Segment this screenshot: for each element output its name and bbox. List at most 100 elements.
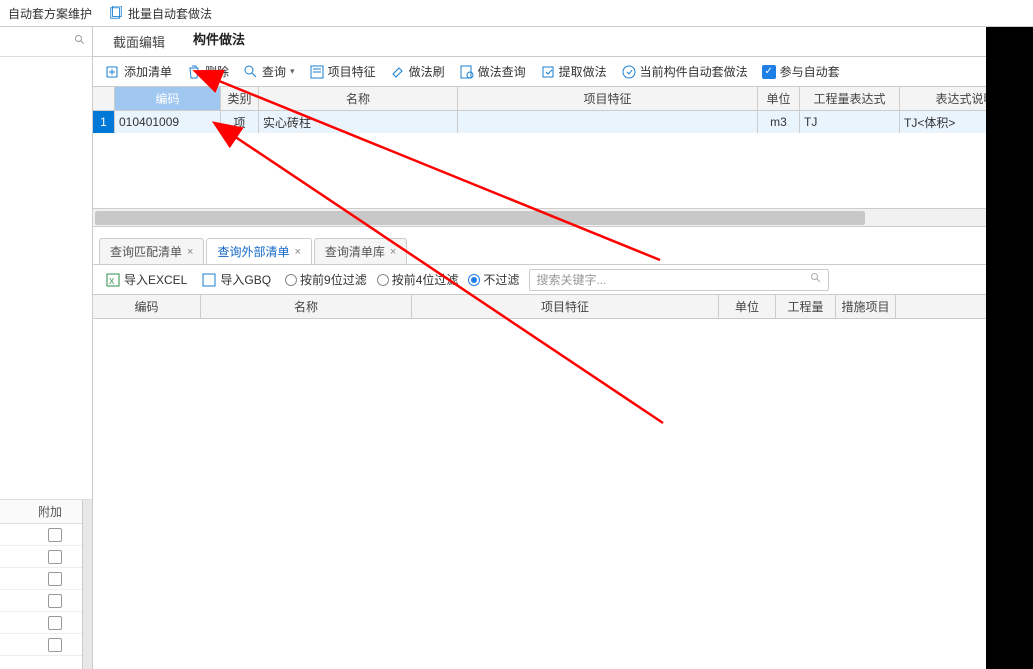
- radio-checked-icon: [468, 274, 480, 286]
- delete-icon: [186, 64, 202, 80]
- radio-nofilter[interactable]: 不过滤: [468, 271, 519, 288]
- col2-feature[interactable]: 项目特征: [412, 295, 719, 318]
- col-feature[interactable]: 项目特征: [458, 87, 758, 110]
- chk-join-auto[interactable]: ✓ 参与自动套: [756, 63, 846, 80]
- grid1-header: 编码 类别 名称 项目特征 单位 工程量表达式 表达式说明: [93, 87, 1032, 111]
- checkbox-icon[interactable]: [48, 572, 62, 586]
- radio-filter4[interactable]: 按前4位过滤: [377, 271, 459, 288]
- grid2-body: [93, 319, 1032, 669]
- cell-unit[interactable]: m3: [758, 111, 800, 133]
- col2-unit[interactable]: 单位: [719, 295, 776, 318]
- menu-item-label: 批量自动套做法: [128, 5, 212, 22]
- grid1-scrollbar[interactable]: [93, 208, 1032, 226]
- col2-eng[interactable]: 工程量: [776, 295, 836, 318]
- menu-auto-scheme-maintain[interactable]: 自动套方案维护: [0, 0, 100, 26]
- btn-label: 当前构件自动套做法: [640, 63, 748, 80]
- chk-label: 参与自动套: [780, 63, 840, 80]
- tab-query-list-library[interactable]: 查询清单库×: [314, 238, 407, 264]
- btn-label: 项目特征: [328, 63, 376, 80]
- col-name[interactable]: 名称: [259, 87, 458, 110]
- batch-icon: [108, 5, 124, 21]
- checkbox-icon[interactable]: [48, 594, 62, 608]
- close-icon[interactable]: ×: [187, 246, 193, 258]
- cell-expr[interactable]: TJ: [800, 111, 900, 133]
- dropdown-icon: ▾: [290, 66, 295, 77]
- left-search-row: [0, 27, 92, 57]
- attach-row-5[interactable]: [0, 612, 82, 634]
- lower-toolbar: X 导入EXCEL 导入GBQ 按前9位过滤 按前4位过滤 不过滤 搜索关键字.…: [93, 265, 1032, 295]
- excel-icon: X: [105, 272, 121, 288]
- tab-query-match-list[interactable]: 查询匹配清单 ×: [99, 238, 204, 264]
- close-icon[interactable]: ×: [390, 246, 396, 258]
- search-input[interactable]: 搜索关键字...: [529, 269, 829, 291]
- attach-label: 附加: [38, 503, 62, 520]
- btn-label: 做法查询: [478, 63, 526, 80]
- col-expr[interactable]: 工程量表达式: [800, 87, 900, 110]
- left-panel: 附加: [0, 27, 93, 669]
- left-scrollbar[interactable]: [82, 500, 92, 669]
- cell-rownum: 1: [93, 111, 115, 133]
- btn-label: 导入GBQ: [220, 271, 271, 288]
- btn-query[interactable]: 查询 ▾: [237, 60, 301, 84]
- radio-label: 不过滤: [483, 271, 519, 288]
- attach-row-2[interactable]: [0, 546, 82, 568]
- tab-label: 查询匹配清单: [110, 243, 182, 260]
- checkbox-icon[interactable]: [48, 550, 62, 564]
- btn-delete[interactable]: 删除: [180, 60, 235, 84]
- attach-header: 附加: [0, 500, 82, 524]
- btn-method-query[interactable]: 做法查询: [453, 60, 532, 84]
- col-unit[interactable]: 单位: [758, 87, 800, 110]
- btn-import-gbq[interactable]: 导入GBQ: [195, 268, 277, 292]
- col2-name[interactable]: 名称: [201, 295, 412, 318]
- cell-name[interactable]: 实心砖柱: [259, 111, 458, 133]
- query-icon: [243, 64, 259, 80]
- right-black-region: [986, 27, 1033, 669]
- checkbox-icon[interactable]: [48, 638, 62, 652]
- search-icon[interactable]: [810, 272, 822, 287]
- tab-section-edit[interactable]: 截面编辑: [99, 27, 179, 56]
- cell-code[interactable]: 010401009: [115, 111, 221, 133]
- auto-icon: [621, 64, 637, 80]
- btn-add-list[interactable]: 添加清单: [99, 60, 178, 84]
- attach-row-3[interactable]: [0, 568, 82, 590]
- btn-label: 导入EXCEL: [124, 271, 187, 288]
- tab-query-external-list[interactable]: 查询外部清单 ×: [206, 238, 311, 264]
- attach-row-1[interactable]: [0, 524, 82, 546]
- checkbox-checked-icon: ✓: [762, 65, 776, 79]
- brush-icon: [390, 64, 406, 80]
- lower-tabs: 查询匹配清单 × 查询外部清单 × 查询清单库×: [93, 237, 1032, 265]
- btn-method-brush[interactable]: 做法刷: [384, 60, 451, 84]
- svg-text:X: X: [109, 277, 115, 286]
- btn-import-excel[interactable]: X 导入EXCEL: [99, 268, 193, 292]
- upper-toolbar: 添加清单 删除 查询 ▾ 项目特征 做法刷 做法查询: [93, 57, 1032, 87]
- search-icon[interactable]: [74, 34, 86, 49]
- upper-tabs: 截面编辑 构件做法: [93, 27, 1032, 57]
- checkbox-icon[interactable]: [48, 528, 62, 542]
- col2-code[interactable]: 编码: [93, 295, 201, 318]
- col-code[interactable]: 编码: [115, 87, 221, 110]
- menu-batch-auto-method[interactable]: 批量自动套做法: [100, 0, 220, 26]
- radio-filter9[interactable]: 按前9位过滤: [285, 271, 367, 288]
- cell-feature[interactable]: [458, 111, 758, 133]
- col-category[interactable]: 类别: [221, 87, 259, 110]
- cell-category[interactable]: 项: [221, 111, 259, 133]
- btn-item-feature[interactable]: 项目特征: [303, 60, 382, 84]
- tab-component-method[interactable]: 构件做法: [179, 24, 259, 56]
- grid2-header: 编码 名称 项目特征 单位 工程量 措施项目: [93, 295, 1032, 319]
- btn-label: 查询: [262, 63, 286, 80]
- radio-icon: [377, 274, 389, 286]
- filter-radio-group: 按前9位过滤 按前4位过滤 不过滤: [285, 271, 519, 288]
- checkbox-icon[interactable]: [48, 616, 62, 630]
- btn-label: 做法刷: [409, 63, 445, 80]
- menu-item-label: 自动套方案维护: [8, 5, 92, 22]
- btn-extract-method[interactable]: 提取做法: [534, 60, 613, 84]
- tab-label: 查询外部清单: [217, 243, 289, 260]
- btn-label: 删除: [205, 63, 229, 80]
- attach-row-6[interactable]: [0, 634, 82, 656]
- grid1-row-1[interactable]: 1 010401009 项 实心砖柱 m3 TJ TJ<体积>: [93, 111, 1032, 133]
- top-menu: 自动套方案维护 批量自动套做法: [0, 0, 1033, 27]
- attach-row-4[interactable]: [0, 590, 82, 612]
- col2-measures[interactable]: 措施项目: [836, 295, 896, 318]
- btn-current-auto[interactable]: 当前构件自动套做法: [615, 60, 754, 84]
- close-icon[interactable]: ×: [294, 246, 300, 258]
